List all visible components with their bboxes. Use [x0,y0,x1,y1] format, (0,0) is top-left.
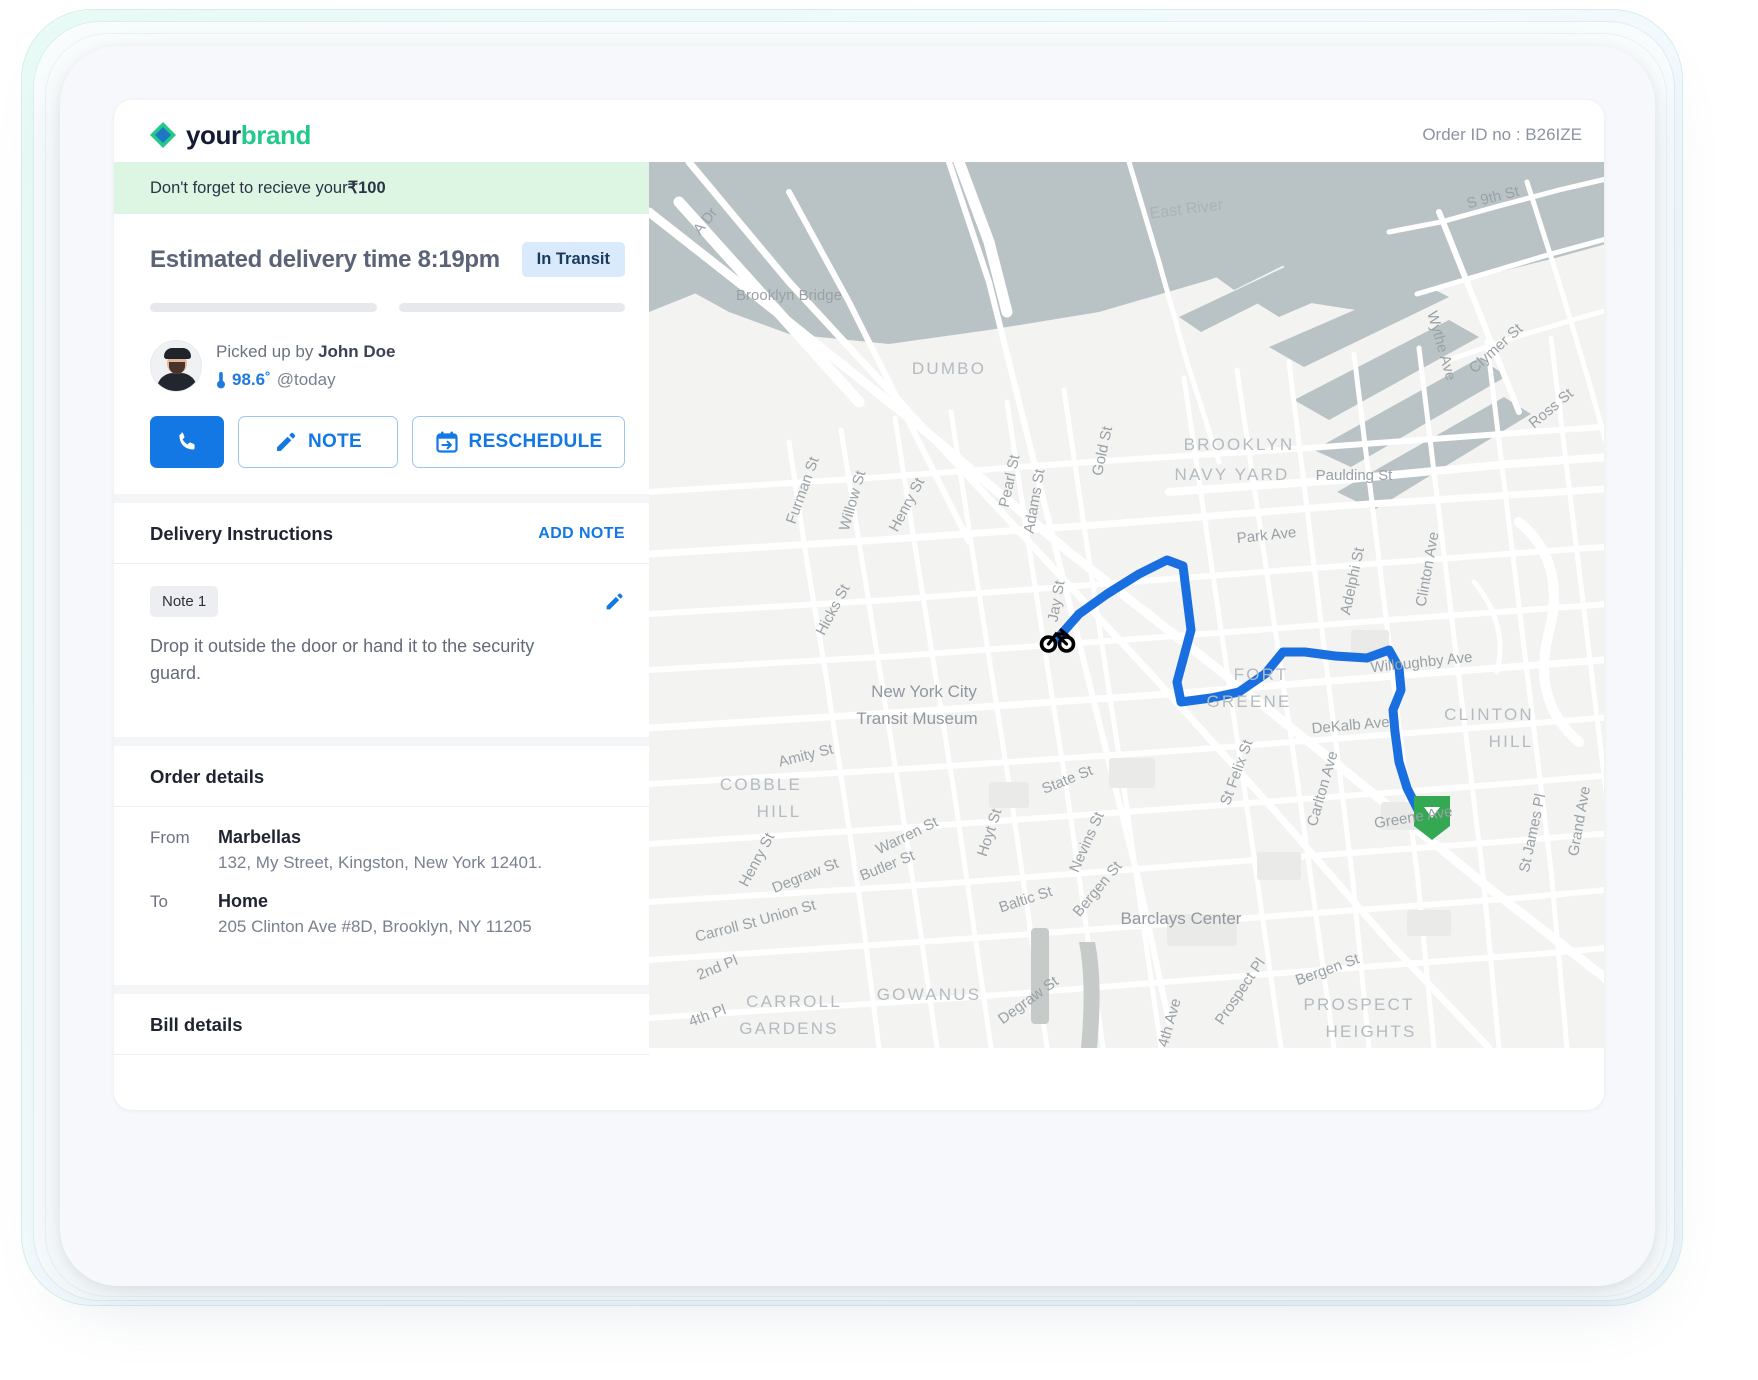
device-screen: yourbrand Order ID no : B26IZE Don't for… [114,100,1604,1110]
courier-pickup-line: Picked up by John Doe [216,340,396,365]
call-button[interactable] [150,416,224,468]
map-label: FORT [1234,665,1289,684]
courier-temp-time: @today [277,368,336,393]
pickup-prefix: Picked up by [216,342,318,361]
section-divider [114,737,649,746]
progress-segment [150,303,377,312]
brand-logo-icon [150,122,176,148]
map-canvas[interactable]: East RiverBrooklyn BridgeDUMBOS 9th StWy… [649,162,1604,1048]
status-badge: In Transit [522,242,625,277]
brand-name-second: brand [241,120,311,150]
reschedule-button[interactable]: RESCHEDULE [412,416,625,468]
map-label: Brooklyn Bridge [736,287,842,304]
banner-text: Don't forget to recieve your [150,179,348,198]
map-label: BROOKLYN [1184,435,1295,454]
brand-name: yourbrand [186,120,311,151]
order-details-header: Order details [114,746,649,807]
action-buttons: NOTE RESCHEDULE [114,392,649,468]
section-divider [114,494,649,503]
from-label: From [150,827,218,873]
eta-row: Estimated delivery time 8:19pm In Transi… [114,214,649,277]
section-divider [114,985,649,994]
delivery-map[interactable]: East RiverBrooklyn BridgeDUMBOS 9th StWy… [649,162,1604,1048]
map-label: Barclays Center [1121,909,1242,928]
edit-note-button[interactable] [604,591,625,612]
map-label: CLINTON [1444,705,1534,724]
screenshot-stage: yourbrand Order ID no : B26IZE Don't for… [0,0,1758,1380]
courier-row: Picked up by John Doe 98.6˚ @today [114,312,649,392]
address-row-to: To Home 205 Clinton Ave #8D, Brooklyn, N… [150,891,625,937]
to-name: Home [218,891,532,912]
note-card: Note 1 Drop it outside the door or hand … [114,564,649,711]
map-label: GARDENS [739,1019,838,1038]
add-note-button[interactable]: ADD NOTE [538,525,625,543]
courier-avatar [150,340,202,392]
map-label: Transit Museum [856,709,977,728]
delivery-progress [114,277,649,312]
from-address: 132, My Street, Kingston, New York 12401… [218,853,542,873]
note-button-label: NOTE [308,431,362,453]
address-block: From Marbellas 132, My Street, Kingston,… [114,807,649,959]
delivery-instructions-title: Delivery Instructions [150,523,333,545]
courier-name: John Doe [318,342,395,361]
map-label: DUMBO [912,359,986,378]
edit-pencil-icon [604,591,625,612]
order-panel: Don't forget to recieve your ₹100 Estima… [114,162,649,1048]
app-header: yourbrand Order ID no : B26IZE [114,100,1604,170]
reschedule-button-label: RESCHEDULE [469,431,603,453]
cod-reminder-banner: Don't forget to recieve your ₹100 [114,162,649,214]
address-row-from: From Marbellas 132, My Street, Kingston,… [150,827,625,873]
note-text: Drop it outside the door or hand it to t… [150,633,570,687]
pencil-icon [274,430,298,454]
map-label: PROSPECT [1303,995,1414,1014]
from-name: Marbellas [218,827,542,848]
map-label: HILL [1489,732,1534,751]
map-label: Paulding St [1316,467,1394,484]
note-chip: Note 1 [150,586,218,617]
progress-segment [399,303,626,312]
map-label: COBBLE [720,775,802,794]
map-label: HEIGHTS [1326,1022,1417,1041]
note-button[interactable]: NOTE [238,416,398,468]
to-label: To [150,891,218,937]
map-label: NAVY YARD [1175,465,1290,484]
map-label: GOWANUS [877,985,982,1004]
bill-details-title: Bill details [150,1014,243,1036]
map-label: HILL [757,802,802,821]
delivery-instructions-header: Delivery Instructions ADD NOTE [114,503,649,564]
map-label: CARROLL [746,992,842,1011]
eta-text: Estimated delivery time 8:19pm [150,246,500,274]
map-label: New York City [871,682,977,701]
brand-name-first: your [186,120,241,150]
panel-scroll-hint [150,1046,605,1048]
main-content: Don't forget to recieve your ₹100 Estima… [114,162,1604,1048]
order-details-title: Order details [150,766,264,788]
calendar-arrow-icon [435,430,459,454]
map-label: GREENE [1207,692,1292,711]
banner-amount: ₹100 [348,178,386,198]
order-id-label: Order ID no : B26IZE [1422,125,1582,145]
courier-temp-line: 98.6˚ @today [216,368,396,393]
thermometer-icon [216,371,226,389]
courier-temperature: 98.6˚ [232,368,271,393]
phone-icon [175,430,199,454]
to-address: 205 Clinton Ave #8D, Brooklyn, NY 11205 [218,917,532,937]
